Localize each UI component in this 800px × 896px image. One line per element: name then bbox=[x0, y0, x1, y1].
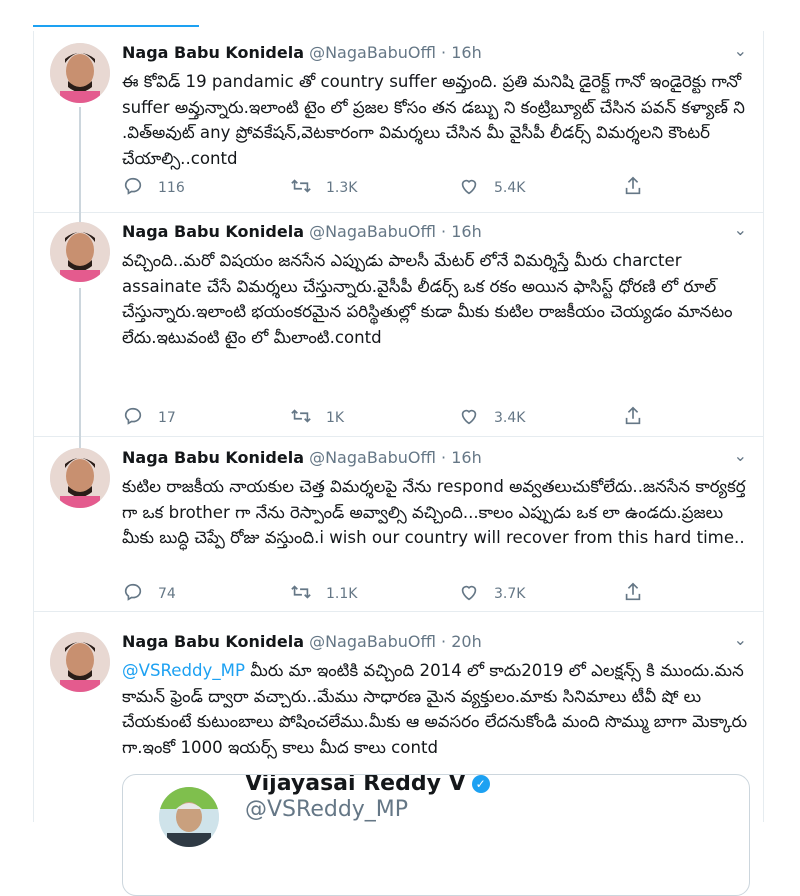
heart-icon bbox=[458, 175, 480, 201]
share-icon bbox=[622, 175, 644, 201]
retweet-count: 1.1K bbox=[326, 586, 358, 602]
like-button[interactable]: 5.4K bbox=[458, 175, 525, 201]
tweet-actions: 17 1K 3.4K bbox=[122, 405, 682, 429]
tweet-header: Naga Babu Konidela @NagaBabuOffl · 16h bbox=[122, 448, 482, 467]
author-handle[interactable]: @NagaBabuOffl bbox=[309, 632, 436, 651]
twitter-timeline-page: Naga Babu Konidela @NagaBabuOffl · 16h ⌄… bbox=[0, 0, 800, 896]
tweet-time[interactable]: · 16h bbox=[441, 43, 482, 62]
reply-button[interactable]: 74 bbox=[122, 581, 176, 607]
share-button[interactable] bbox=[622, 405, 644, 431]
quoted-author-handle[interactable]: @VSReddy_MP bbox=[245, 797, 408, 822]
author-handle[interactable]: @NagaBabuOffl bbox=[309, 43, 436, 62]
reply-button[interactable]: 116 bbox=[122, 175, 185, 201]
thread-connector bbox=[79, 288, 81, 436]
share-icon bbox=[622, 405, 644, 431]
like-count: 3.4K bbox=[494, 410, 526, 426]
tweet-header: Naga Babu Konidela @NagaBabuOffl · 16h bbox=[122, 222, 482, 241]
author-name[interactable]: Naga Babu Konidela bbox=[122, 222, 304, 241]
retweet-button[interactable]: 1.3K bbox=[290, 175, 357, 201]
retweet-count: 1K bbox=[326, 410, 345, 426]
like-button[interactable]: 3.4K bbox=[458, 405, 525, 431]
reply-icon bbox=[122, 175, 144, 201]
thread-connector bbox=[79, 212, 81, 222]
tweet[interactable]: Naga Babu Konidela @NagaBabuOffl · 16h ⌄… bbox=[34, 31, 763, 213]
like-count: 5.4K bbox=[494, 180, 526, 196]
author-handle[interactable]: @NagaBabuOffl bbox=[309, 448, 436, 467]
tweet-text: ఈ కోవిడ్ 19 pandamic తో country suffer అ… bbox=[122, 72, 751, 168]
tweet-text: కుటిల రాజకీయ నాయకుల చెత్త విమర్శలపై నేను… bbox=[122, 477, 751, 547]
avatar[interactable] bbox=[50, 448, 110, 508]
tweet-header: Naga Babu Konidela @NagaBabuOffl · 16h bbox=[122, 43, 482, 62]
chevron-down-icon[interactable]: ⌄ bbox=[734, 630, 747, 649]
active-tab-indicator bbox=[33, 25, 199, 27]
reply-button[interactable]: 17 bbox=[122, 405, 176, 431]
heart-icon bbox=[458, 405, 480, 431]
quoted-avatar[interactable] bbox=[159, 787, 219, 847]
tweet-header: Naga Babu Konidela @NagaBabuOffl · 20h bbox=[122, 632, 482, 651]
tweet[interactable]: Naga Babu Konidela @NagaBabuOffl · 16h ⌄… bbox=[34, 436, 763, 612]
reply-count: 116 bbox=[158, 180, 185, 196]
tweet-thread: Naga Babu Konidela @NagaBabuOffl · 16h ⌄… bbox=[33, 31, 764, 896]
tweet[interactable]: Naga Babu Konidela @NagaBabuOffl · 16h ⌄… bbox=[34, 212, 763, 437]
avatar[interactable] bbox=[50, 222, 110, 282]
retweet-button[interactable]: 1.1K bbox=[290, 581, 357, 607]
chevron-down-icon[interactable]: ⌄ bbox=[734, 446, 747, 465]
retweet-icon bbox=[290, 405, 312, 431]
verified-badge-icon: ✓ bbox=[471, 775, 490, 793]
author-name[interactable]: Naga Babu Konidela bbox=[122, 632, 304, 651]
share-button[interactable] bbox=[622, 175, 644, 201]
author-name[interactable]: Naga Babu Konidela bbox=[122, 448, 304, 467]
like-button[interactable]: 3.7K bbox=[458, 581, 525, 607]
timeline-tabs bbox=[0, 0, 800, 32]
avatar[interactable] bbox=[50, 632, 110, 692]
reply-count: 74 bbox=[158, 586, 176, 602]
quoted-author-name[interactable]: Vijayasai Reddy V ✓ bbox=[245, 775, 490, 796]
retweet-icon bbox=[290, 175, 312, 201]
like-count: 3.7K bbox=[494, 586, 526, 602]
share-icon bbox=[622, 581, 644, 607]
author-handle[interactable]: @NagaBabuOffl bbox=[309, 222, 436, 241]
tweet-text: @VSReddy_MP మీరు మా ఇంటికి వచ్చింది 2014… bbox=[122, 658, 748, 760]
avatar[interactable] bbox=[50, 43, 110, 103]
tweet-text: వచ్చింది..మరో విషయం జనసేన ఎప్పుడు పాలసీ … bbox=[122, 251, 738, 347]
share-button[interactable] bbox=[622, 581, 644, 607]
quoted-tweet-card[interactable]: Vijayasai Reddy V ✓ @VSReddy_MP bbox=[122, 774, 750, 896]
thread-connector bbox=[79, 107, 81, 212]
tweet-time[interactable]: · 16h bbox=[441, 222, 482, 241]
chevron-down-icon[interactable]: ⌄ bbox=[734, 220, 747, 239]
tweet-time[interactable]: · 16h bbox=[441, 448, 482, 467]
author-name[interactable]: Naga Babu Konidela bbox=[122, 43, 304, 62]
reply-icon bbox=[122, 405, 144, 431]
chevron-down-icon[interactable]: ⌄ bbox=[734, 41, 747, 60]
mention-link[interactable]: @VSReddy_MP bbox=[122, 661, 245, 680]
reply-icon bbox=[122, 581, 144, 607]
tweet-actions: 74 1.1K 3.7K bbox=[122, 581, 682, 605]
heart-icon bbox=[458, 581, 480, 607]
retweet-icon bbox=[290, 581, 312, 607]
retweet-count: 1.3K bbox=[326, 180, 358, 196]
tweet[interactable]: Naga Babu Konidela @NagaBabuOffl · 20h ⌄… bbox=[34, 622, 763, 896]
tweet-time[interactable]: · 20h bbox=[441, 632, 482, 651]
thread-connector bbox=[79, 436, 81, 448]
retweet-button[interactable]: 1K bbox=[290, 405, 344, 431]
reply-count: 17 bbox=[158, 410, 176, 426]
tweet-actions: 116 1.3K 5.4K bbox=[122, 175, 682, 199]
